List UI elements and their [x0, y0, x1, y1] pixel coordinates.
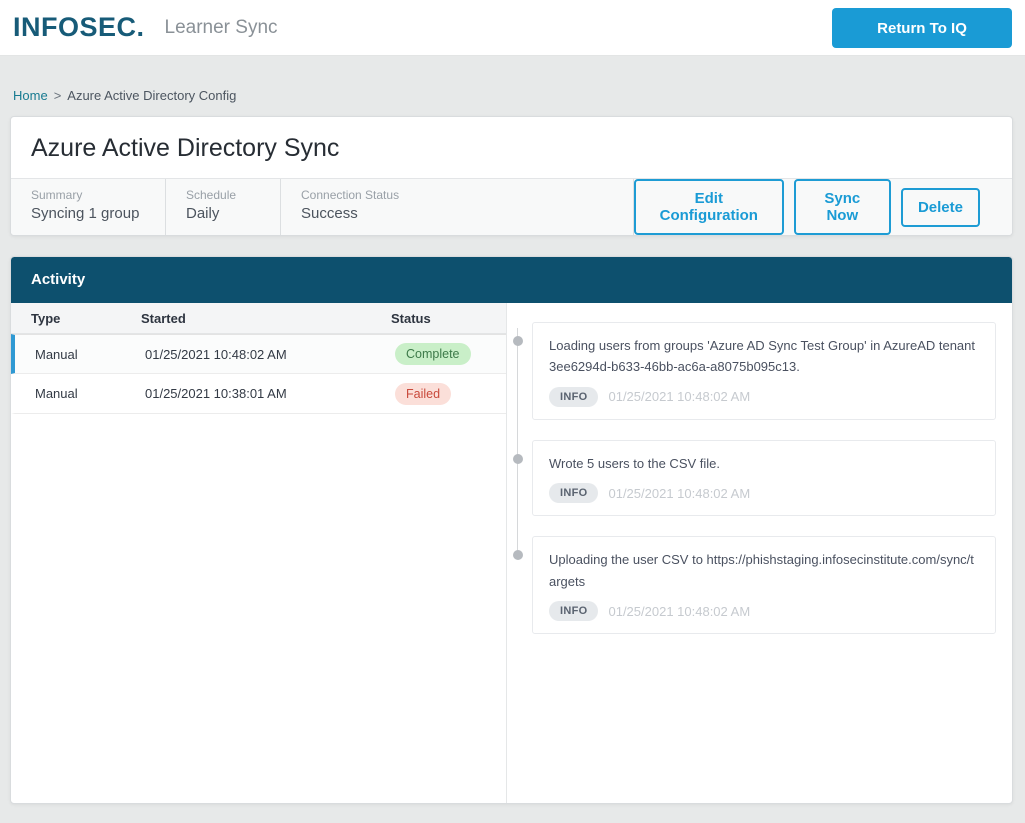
stat-cell: Connection Status Success — [281, 179, 634, 235]
log-message: Loading users from groups 'Azure AD Sync… — [549, 335, 979, 378]
stat-value: Success — [301, 205, 613, 222]
breadcrumb-current: Azure Active Directory Config — [67, 88, 236, 103]
log-meta: INFO 01/25/2021 10:48:02 AM — [549, 387, 979, 407]
log-level-badge: INFO — [549, 483, 598, 503]
delete-button[interactable]: Delete — [901, 188, 980, 227]
log-level-badge: INFO — [549, 601, 598, 621]
log-timeline: Loading users from groups 'Azure AD Sync… — [532, 322, 996, 634]
table-row[interactable]: Manual 01/25/2021 10:38:01 AM Failed — [11, 374, 506, 414]
activity-panel-body: Type Started Status Manual 01/25/2021 10… — [11, 303, 1012, 804]
return-to-iq-button[interactable]: Return To IQ — [832, 8, 1012, 48]
sync-now-button[interactable]: Sync Now — [794, 179, 891, 235]
stat-cell: Summary Syncing 1 group — [11, 179, 166, 235]
breadcrumb: Home > Azure Active Directory Config — [0, 56, 1025, 116]
breadcrumb-home-link[interactable]: Home — [13, 88, 48, 103]
log-entry: Uploading the user CSV to https://phishs… — [532, 536, 996, 634]
breadcrumb-separator-icon: > — [54, 88, 62, 103]
activity-log: Loading users from groups 'Azure AD Sync… — [507, 303, 1012, 804]
stat-label: Connection Status — [301, 188, 613, 202]
log-entry: Wrote 5 users to the CSV file. INFO 01/2… — [532, 440, 996, 516]
stat-cell: Schedule Daily — [166, 179, 281, 235]
row-started: 01/25/2021 10:48:02 AM — [145, 347, 395, 362]
table-header-row: Type Started Status — [11, 303, 506, 334]
row-started: 01/25/2021 10:38:01 AM — [145, 386, 395, 401]
log-meta: INFO 01/25/2021 10:48:02 AM — [549, 483, 979, 503]
log-entry: Loading users from groups 'Azure AD Sync… — [532, 322, 996, 420]
stat-value: Daily — [186, 205, 260, 222]
log-timestamp: 01/25/2021 10:48:02 AM — [608, 486, 750, 501]
row-type: Manual — [35, 347, 145, 362]
stat-label: Summary — [31, 188, 145, 202]
timeline-dot-icon — [513, 550, 523, 560]
stat-value: Syncing 1 group — [31, 205, 145, 222]
timeline-dot-icon — [513, 454, 523, 464]
log-timestamp: 01/25/2021 10:48:02 AM — [608, 389, 750, 404]
config-card: Azure Active Directory Sync Summary Sync… — [10, 116, 1013, 236]
column-header-started: Started — [141, 311, 391, 326]
log-message: Uploading the user CSV to https://phishs… — [549, 549, 979, 592]
edit-configuration-button[interactable]: Edit Configuration — [634, 179, 784, 235]
activity-panel-header: Activity — [11, 257, 1012, 303]
page-title: Azure Active Directory Sync — [11, 117, 1012, 178]
config-stats-bar: Summary Syncing 1 group Schedule Daily C… — [11, 178, 1012, 235]
log-level-badge: INFO — [549, 387, 598, 407]
infosec-logo: INFOSEC. — [13, 12, 145, 43]
column-header-status: Status — [391, 311, 506, 326]
column-header-type: Type — [31, 311, 141, 326]
activity-panel: Activity Type Started Status Manual 01/2… — [10, 256, 1013, 804]
log-message: Wrote 5 users to the CSV file. — [549, 453, 979, 474]
table-row[interactable]: Manual 01/25/2021 10:48:02 AM Complete — [11, 334, 506, 374]
status-badge: Complete — [395, 343, 471, 365]
log-meta: INFO 01/25/2021 10:48:02 AM — [549, 601, 979, 621]
activity-table: Type Started Status Manual 01/25/2021 10… — [11, 303, 507, 804]
row-type: Manual — [35, 386, 145, 401]
timeline-dot-icon — [513, 336, 523, 346]
stat-label: Schedule — [186, 188, 260, 202]
app-header: INFOSEC. Learner Sync Return To IQ — [0, 0, 1025, 56]
status-badge: Failed — [395, 383, 451, 405]
config-actions: Edit Configuration Sync Now Delete — [634, 179, 1012, 235]
log-timestamp: 01/25/2021 10:48:02 AM — [608, 604, 750, 619]
app-title: Learner Sync — [165, 17, 278, 39]
activity-title: Activity — [31, 271, 85, 288]
